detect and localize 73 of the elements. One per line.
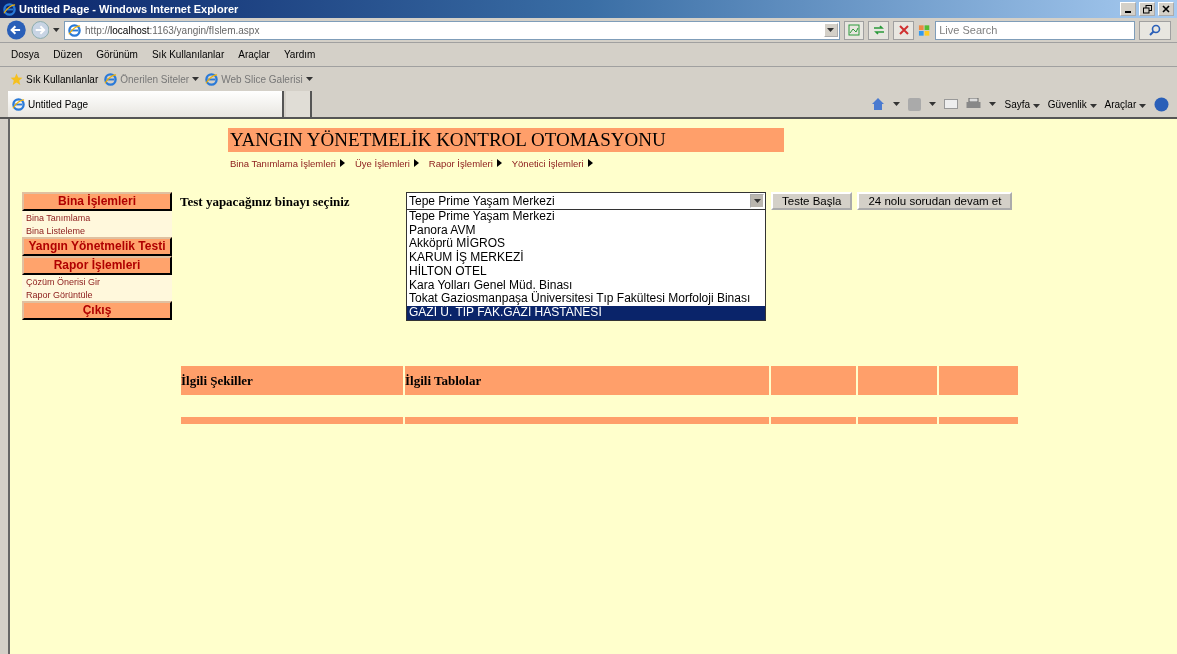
- favorites-button[interactable]: Sık Kullanılanlar: [10, 72, 99, 86]
- home-icon[interactable]: [871, 97, 886, 111]
- menu-item[interactable]: Görünüm: [89, 47, 145, 62]
- browser-logo-icon: [104, 72, 118, 86]
- sidebar-link[interactable]: Çözüm Önerisi Gir: [22, 275, 172, 288]
- browser-logo-icon: [68, 23, 82, 37]
- caret-icon: [1032, 103, 1040, 108]
- arrow-icon: [339, 159, 345, 167]
- command-menu[interactable]: Sayfa: [1004, 98, 1040, 110]
- arrow-icon: [413, 159, 419, 167]
- page-icon: [848, 24, 861, 36]
- menu-item[interactable]: Araçlar: [231, 47, 277, 62]
- sidebar-header[interactable]: Çıkış: [22, 301, 172, 320]
- nav-menu-item[interactable]: Bina Tanımlama İşlemleri: [230, 158, 345, 169]
- arrow-icon: [587, 159, 593, 167]
- caret-icon: [192, 77, 200, 81]
- stop-button[interactable]: [893, 20, 915, 40]
- command-menu[interactable]: Güvenlik: [1047, 98, 1097, 110]
- refresh-icon: [871, 24, 886, 36]
- action-button[interactable]: 24 nolu sorudan devam et: [857, 192, 1013, 210]
- form-label: Test yapacağınız binayı seçiniz: [180, 194, 351, 210]
- compatibility-button[interactable]: [843, 20, 865, 40]
- new-tab-button[interactable]: [286, 91, 312, 117]
- address-field[interactable]: http://localhost:1163/yangin/fIslem.aspx: [64, 20, 840, 40]
- arrow-icon: [496, 159, 502, 167]
- building-select[interactable]: Tepe Prime Yaşam Merkezi: [406, 192, 766, 210]
- nav-menu-item[interactable]: Üye İşlemleri: [354, 158, 419, 169]
- restore-button[interactable]: [1139, 2, 1155, 16]
- caret-icon: [53, 28, 61, 32]
- minimize-button[interactable]: [1120, 2, 1136, 16]
- caret-icon: [305, 77, 313, 81]
- menu-item[interactable]: Düzen: [46, 47, 90, 62]
- sidebar-header[interactable]: Bina İşlemleri: [22, 192, 172, 211]
- back-button[interactable]: [6, 19, 27, 41]
- caret-icon: [753, 199, 761, 203]
- caret-icon: [827, 28, 835, 32]
- mail-icon[interactable]: [944, 99, 959, 109]
- refresh-button[interactable]: [868, 20, 890, 40]
- command-menu[interactable]: Araçlar: [1104, 98, 1146, 110]
- close-button[interactable]: [1158, 2, 1174, 16]
- print-icon[interactable]: [966, 97, 982, 111]
- stop-icon: [898, 25, 909, 35]
- sidebar-header[interactable]: Yangın Yönetmelik Testi: [22, 237, 172, 256]
- menu-item[interactable]: Dosya: [4, 47, 47, 62]
- sidebar-link[interactable]: Bina Listeleme: [22, 224, 172, 237]
- page-banner: YANGIN YÖNETMELİK KONTROL OTOMASYONU: [228, 128, 784, 152]
- action-button[interactable]: Teste Başla: [771, 192, 853, 210]
- caret-icon: [1139, 103, 1146, 108]
- caret-icon: [1089, 103, 1097, 108]
- sidebar-link[interactable]: Rapor Görüntüle: [22, 288, 172, 301]
- caret-icon: [893, 102, 901, 106]
- search-icon: [1148, 24, 1161, 36]
- search-button[interactable]: [1138, 20, 1171, 40]
- browser-logo-icon: [12, 97, 25, 111]
- star-icon: [10, 72, 23, 86]
- sidebar-link[interactable]: Bina Tanımlama: [22, 211, 172, 224]
- browser-logo-icon: [205, 72, 219, 86]
- caret-icon: [929, 102, 937, 106]
- search-field[interactable]: Live Search: [935, 20, 1135, 40]
- browser-tab[interactable]: Untitled Page: [8, 91, 284, 117]
- windows-logo-icon: [918, 23, 932, 37]
- table-header: İlgili Tablolar: [405, 366, 769, 395]
- sidebar-header[interactable]: Rapor İşlemleri: [22, 256, 172, 275]
- restore-icon: [1142, 4, 1152, 14]
- window-title: Untitled Page - Windows Internet Explorer: [19, 3, 240, 15]
- menu-item[interactable]: Sık Kullanılanlar: [144, 47, 232, 62]
- nav-menu-item[interactable]: Rapor İşlemleri: [428, 158, 502, 169]
- caret-icon: [989, 102, 997, 106]
- browser-logo-icon: [3, 2, 16, 16]
- table-header: İlgili Şekiller: [181, 366, 403, 395]
- close-icon: [1162, 5, 1170, 13]
- menu-item[interactable]: Yardım: [276, 47, 323, 62]
- nav-menu-item[interactable]: Yönetici İşlemleri: [511, 158, 593, 169]
